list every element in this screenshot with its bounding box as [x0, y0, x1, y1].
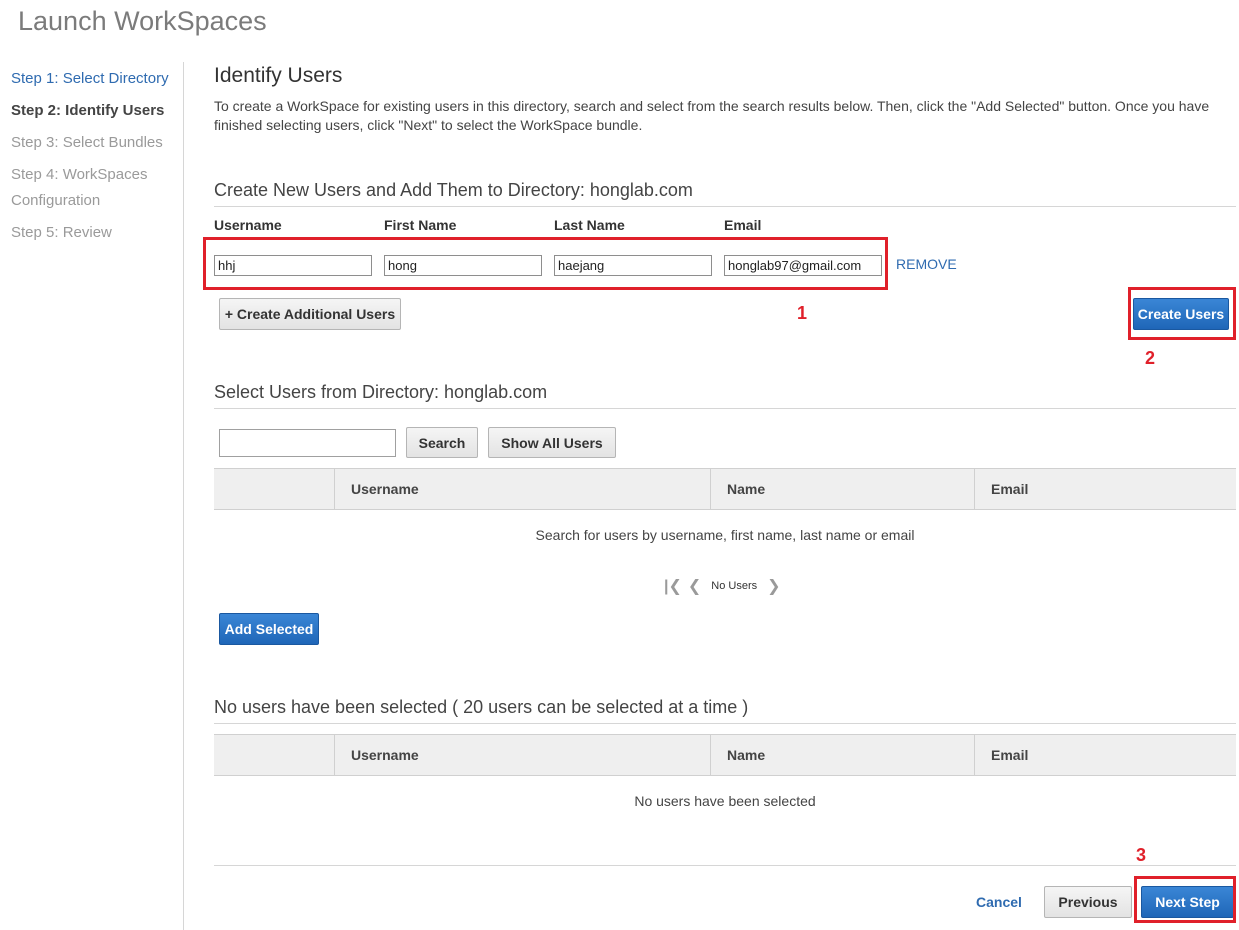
pagination: |❮ ❮ No Users ❯ [664, 576, 781, 596]
search-button[interactable]: Search [406, 427, 478, 458]
wizard-steps-sidebar: Step 1: Select Directory Step 2: Identif… [11, 66, 177, 252]
previous-button[interactable]: Previous [1044, 886, 1132, 918]
chevron-right-icon[interactable]: ❯ [767, 576, 780, 596]
divider [214, 723, 1236, 724]
selected-empty-message: No users have been selected [634, 793, 816, 809]
footer-divider [214, 865, 1236, 866]
select-column-header [214, 469, 334, 509]
column-username[interactable]: Username [334, 469, 710, 509]
column-username[interactable]: Username [334, 735, 710, 775]
directory-empty-message: Search for users by username, first name… [535, 527, 915, 543]
column-name[interactable]: Name [710, 469, 974, 509]
search-input[interactable] [219, 429, 396, 457]
create-users-heading: Create New Users and Add Them to Directo… [214, 180, 693, 200]
step-workspaces-configuration: Step 4: WorkSpaces Configuration [11, 166, 148, 209]
col-email: Email [724, 217, 762, 233]
selected-users-heading: No users have been selected ( 20 users c… [214, 697, 749, 717]
add-selected-button[interactable]: Add Selected [219, 613, 319, 645]
first-page-icon[interactable]: |❮ [664, 576, 682, 596]
main-content: Identify Users To create a WorkSpace for… [203, 0, 1236, 930]
annotation-box-1 [203, 237, 888, 290]
cancel-link[interactable]: Cancel [976, 894, 1022, 910]
column-email[interactable]: Email [974, 469, 1236, 509]
step-select-bundles: Step 3: Select Bundles [11, 134, 163, 151]
intro-text: To create a WorkSpace for existing users… [214, 98, 1210, 133]
divider [214, 408, 1236, 409]
directory-table-header: Username Name Email [214, 468, 1236, 510]
col-username: Username [214, 217, 282, 233]
column-name[interactable]: Name [710, 735, 974, 775]
column-email[interactable]: Email [974, 735, 1236, 775]
selected-table-header: Username Name Email [214, 734, 1236, 776]
annotation-label-2: 2 [1145, 348, 1156, 368]
step-select-directory[interactable]: Step 1: Select Directory [11, 66, 177, 92]
chevron-left-icon[interactable]: ❮ [688, 576, 701, 596]
annotation-label-3: 3 [1136, 845, 1147, 865]
step-review: Step 5: Review [11, 224, 112, 241]
col-last-name: Last Name [554, 217, 625, 233]
remove-row-link[interactable]: REMOVE [896, 256, 957, 272]
annotation-box-3 [1134, 876, 1236, 923]
annotation-box-2 [1128, 287, 1236, 340]
annotation-label-1: 1 [797, 303, 808, 323]
select-column-header [214, 735, 334, 775]
show-all-users-button[interactable]: Show All Users [488, 427, 616, 458]
col-first-name: First Name [384, 217, 457, 233]
divider [214, 206, 1236, 207]
step-identify-users: Step 2: Identify Users [11, 102, 165, 119]
select-users-heading: Select Users from Directory: honglab.com [214, 382, 548, 402]
create-additional-users-button[interactable]: + Create Additional Users [219, 298, 401, 330]
pager-label: No Users [711, 580, 758, 592]
section-title: Identify Users [214, 64, 343, 87]
sidebar-divider [183, 62, 184, 930]
